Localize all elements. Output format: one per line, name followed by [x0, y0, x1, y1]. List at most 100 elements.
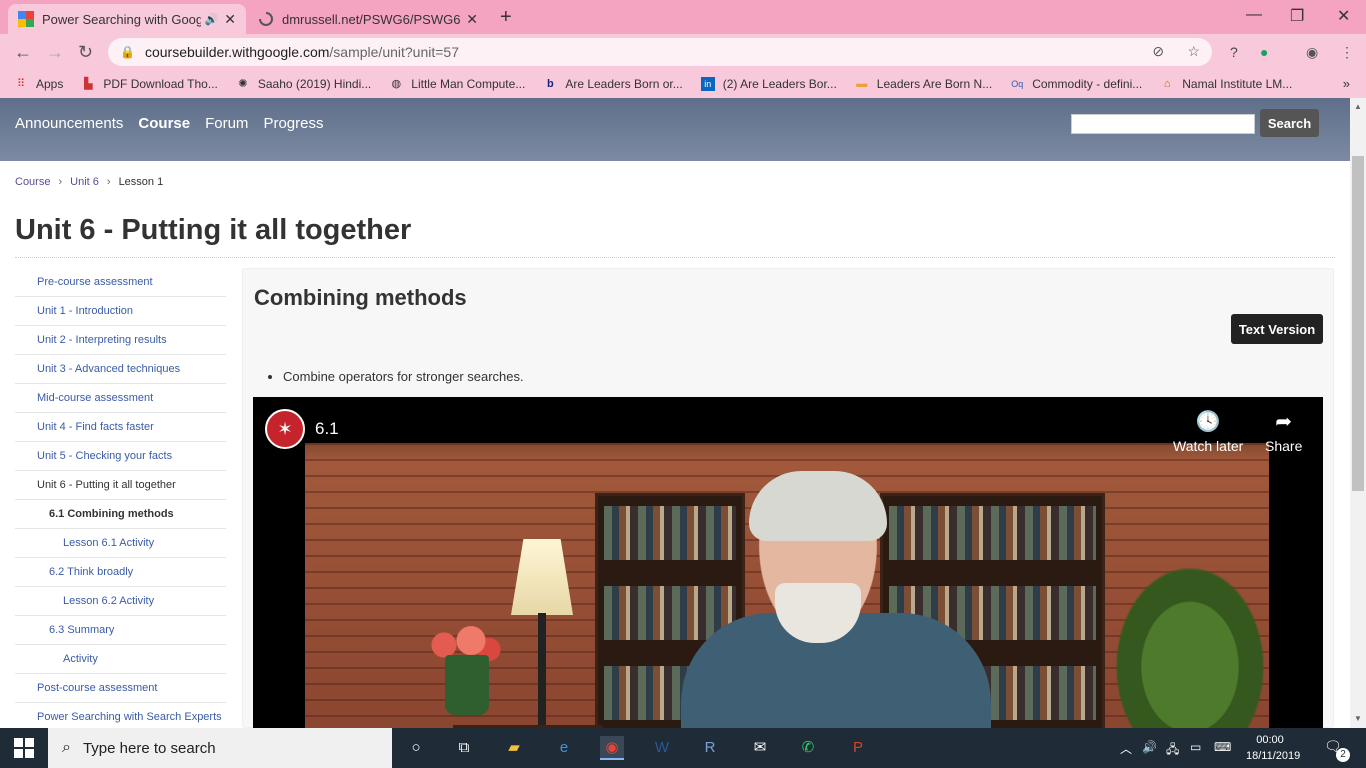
close-tab-icon[interactable]: ✕ [466, 11, 478, 28]
share-button[interactable]: ➦ Share [1265, 409, 1302, 454]
close-tab-icon[interactable]: ✕ [224, 11, 236, 28]
nav-forum[interactable]: Forum [205, 115, 248, 132]
extension-icon[interactable]: ? [1230, 44, 1238, 60]
cortana-icon[interactable]: ○ [404, 736, 428, 760]
tab-dmrussell[interactable]: dmrussell.net/PSWG6/PSWG6_6... ✕ [248, 4, 488, 34]
sidebar-item[interactable]: Unit 5 - Checking your facts [15, 442, 226, 471]
tab-power-searching[interactable]: Power Searching with Google 🔊 ✕ [8, 4, 246, 34]
pdf-icon: ▙ [84, 78, 93, 90]
restore-icon[interactable]: ❐ [1290, 6, 1304, 26]
audio-playing-icon[interactable]: 🔊 [205, 13, 219, 26]
r-app-icon[interactable]: R [698, 736, 722, 760]
bookmark-item[interactable]: ✺ Saaho (2019) Hindi... [236, 77, 371, 91]
globe-icon: ◍ [391, 78, 402, 90]
task-view-icon[interactable]: ⧉ [452, 736, 476, 760]
bookmark-label: Saaho (2019) Hindi... [257, 77, 372, 91]
notification-count-badge: 2 [1336, 748, 1350, 762]
file-explorer-icon[interactable]: ▰ [502, 736, 526, 760]
site-header: Announcements Course Forum Progress Sear… [0, 98, 1350, 161]
whatsapp-icon[interactable]: ✆ [796, 736, 820, 760]
scroll-up-icon[interactable]: ▲ [1354, 102, 1362, 111]
menu-icon[interactable]: ⋮ [1340, 44, 1354, 61]
battery-icon[interactable]: ▭ [1190, 740, 1201, 754]
volume-icon[interactable]: 🔊 [1142, 740, 1157, 754]
clock-icon: 🕓 [1195, 411, 1221, 433]
lamp [511, 539, 573, 615]
bookmark-item[interactable]: Oq Commodity - defini... [1010, 77, 1142, 91]
site-search-input[interactable] [1071, 114, 1255, 134]
reload-icon[interactable]: ↻ [78, 42, 93, 63]
keyboard-icon[interactable]: ⌨ [1214, 740, 1231, 754]
address-bar[interactable]: 🔒 coursebuilder.withgoogle.com/sample/un… [108, 38, 1212, 66]
sidebar-item[interactable]: Unit 4 - Find facts faster [15, 413, 226, 442]
system-clock[interactable]: 00:00 18/11/2019 [1246, 732, 1300, 764]
word-icon[interactable]: W [650, 736, 674, 760]
translate-blocked-icon[interactable]: ⊘ [1152, 43, 1164, 59]
nav-announcements[interactable]: Announcements [15, 115, 123, 132]
lesson-title: Combining methods [254, 285, 467, 310]
url-host: coursebuilder.withgoogle.com [144, 44, 330, 60]
sidebar-item[interactable]: Activity [15, 645, 226, 674]
bookmark-label: (2) Are Leaders Bor... [722, 77, 837, 91]
video-title[interactable]: 6.1 [315, 419, 339, 439]
more-bookmarks-icon[interactable]: » [1343, 76, 1350, 91]
omnibox-actions: ⊘ ☆ [1152, 43, 1200, 60]
sidebar-item[interactable]: 6.2 Think broadly [15, 558, 226, 587]
url-path: /sample/unit?unit=57 [329, 44, 459, 60]
site-nav: Announcements Course Forum Progress [15, 115, 323, 132]
clock-time: 00:00 [1256, 734, 1284, 746]
new-tab-icon[interactable]: + [500, 6, 512, 29]
bookmark-star-icon[interactable]: ☆ [1187, 43, 1200, 59]
sidebar-item[interactable]: Post-course assessment [15, 674, 226, 703]
breadcrumb-unit[interactable]: Unit 6 [70, 176, 99, 188]
bookmark-item[interactable]: ⠿ Apps [14, 77, 63, 91]
bookmark-item[interactable]: in (2) Are Leaders Bor... [700, 77, 837, 91]
taskbar-search-box[interactable]: ⌕ Type here to search [48, 728, 392, 768]
windows-start-icon[interactable] [14, 738, 34, 758]
sidebar-item[interactable]: 6.3 Summary [15, 616, 226, 645]
scroll-thumb[interactable] [1352, 156, 1364, 491]
forward-icon[interactable]: → [46, 42, 64, 63]
title-divider [15, 257, 1335, 258]
text-version-button[interactable]: Text Version [1231, 314, 1323, 344]
bookmark-item[interactable]: ⌂ Namal Institute LM... [1160, 77, 1292, 91]
bookmark-item[interactable]: ▙ PDF Download Tho... [81, 77, 218, 91]
minimize-icon[interactable]: — [1246, 6, 1262, 24]
bookmark-item[interactable]: b Are Leaders Born or... [543, 77, 683, 91]
watch-later-button[interactable]: 🕓 Watch later [1173, 409, 1243, 454]
sidebar-item[interactable]: Unit 1 - Introduction [15, 297, 226, 326]
sidebar-item[interactable]: Pre-course assessment [15, 268, 226, 297]
notification-center-icon[interactable]: 🗨 2 [1324, 738, 1350, 762]
profile-avatar-icon[interactable]: ◉ [1306, 44, 1318, 61]
scroll-down-icon[interactable]: ▼ [1354, 714, 1362, 723]
mail-icon[interactable]: ✉ [748, 736, 772, 760]
bookmark-item[interactable]: ▬ Leaders Are Born N... [855, 77, 992, 91]
page-scrollbar[interactable]: ▲ ▼ [1350, 98, 1366, 728]
show-hidden-icons-icon[interactable]: ︿ [1120, 740, 1132, 757]
sidebar-item[interactable]: Lesson 6.2 Activity [15, 587, 226, 616]
nav-course[interactable]: Course [138, 115, 190, 132]
bookmark-item[interactable]: ◍ Little Man Compute... [389, 77, 525, 91]
close-window-icon[interactable]: ✕ [1337, 6, 1350, 26]
site-search-button[interactable]: Search [1260, 109, 1319, 137]
powerpoint-icon[interactable]: P [846, 736, 870, 760]
bookmark-label: Little Man Compute... [411, 77, 526, 91]
sidebar-item[interactable]: Mid-course assessment [15, 384, 226, 413]
network-icon[interactable]: 🖧 [1166, 740, 1179, 761]
sidebar-item[interactable]: Unit 2 - Interpreting results [15, 326, 226, 355]
breadcrumb: Course › Unit 6 › Lesson 1 [15, 176, 163, 188]
sidebar-item[interactable]: 6.1 Combining methods [15, 500, 226, 529]
grammarly-icon[interactable]: ● [1260, 44, 1268, 60]
video-player[interactable]: ✶ 6.1 🕓 Watch later ➦ Share [253, 397, 1323, 729]
chrome-icon[interactable]: ◉ [600, 736, 624, 760]
sidebar-item[interactable]: Unit 3 - Advanced techniques [15, 355, 226, 384]
breadcrumb-course[interactable]: Course [15, 176, 50, 188]
sidebar-item[interactable]: Lesson 6.1 Activity [15, 529, 226, 558]
plant [1105, 553, 1275, 729]
channel-logo-icon[interactable]: ✶ [265, 409, 305, 449]
bookmark-label: Leaders Are Born N... [876, 77, 993, 91]
nav-progress[interactable]: Progress [263, 115, 323, 132]
edge-icon[interactable]: e [552, 736, 576, 760]
sidebar-item[interactable]: Unit 6 - Putting it all together [15, 471, 226, 500]
back-icon[interactable]: ← [14, 42, 32, 63]
